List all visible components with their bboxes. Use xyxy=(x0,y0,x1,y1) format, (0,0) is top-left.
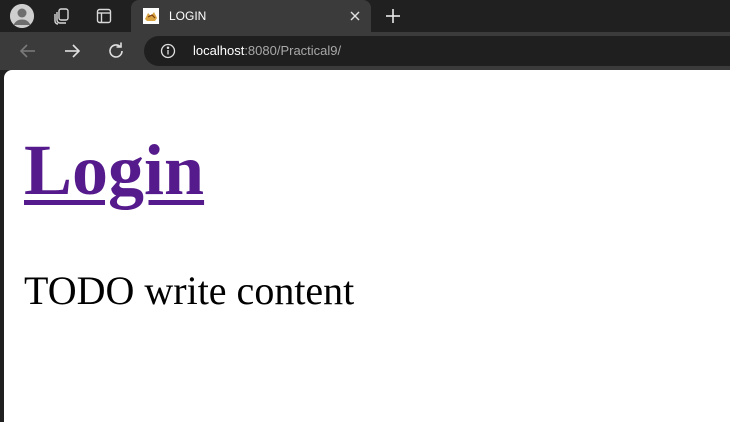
tab-title: LOGIN xyxy=(169,9,207,23)
tab-strip: LOGIN xyxy=(0,0,730,32)
new-tab-icon[interactable] xyxy=(381,4,405,28)
active-tab[interactable]: LOGIN xyxy=(131,0,371,32)
refresh-icon[interactable] xyxy=(104,39,128,63)
profile-avatar-icon[interactable] xyxy=(10,4,34,28)
page-viewport: Login TODO write content xyxy=(4,70,730,422)
close-tab-icon[interactable] xyxy=(347,8,363,24)
url-path: :8080/Practical9/ xyxy=(244,43,342,58)
login-link[interactable]: Login xyxy=(24,130,204,210)
browser-toolbar: localhost:8080/Practical9/ xyxy=(0,32,730,70)
workspaces-icon[interactable] xyxy=(50,4,74,28)
site-info-icon[interactable] xyxy=(160,43,176,59)
forward-arrow-icon[interactable] xyxy=(60,39,84,63)
tab-actions-icon[interactable] xyxy=(92,4,116,28)
page-body-text: TODO write content xyxy=(24,268,355,313)
address-bar[interactable]: localhost:8080/Practical9/ xyxy=(144,36,730,66)
page-heading: Login xyxy=(24,128,204,212)
tomcat-favicon-icon xyxy=(143,8,159,24)
back-arrow-icon[interactable] xyxy=(16,39,40,63)
url-host: localhost xyxy=(193,43,245,58)
url-text[interactable]: localhost:8080/Practical9/ xyxy=(193,43,341,59)
